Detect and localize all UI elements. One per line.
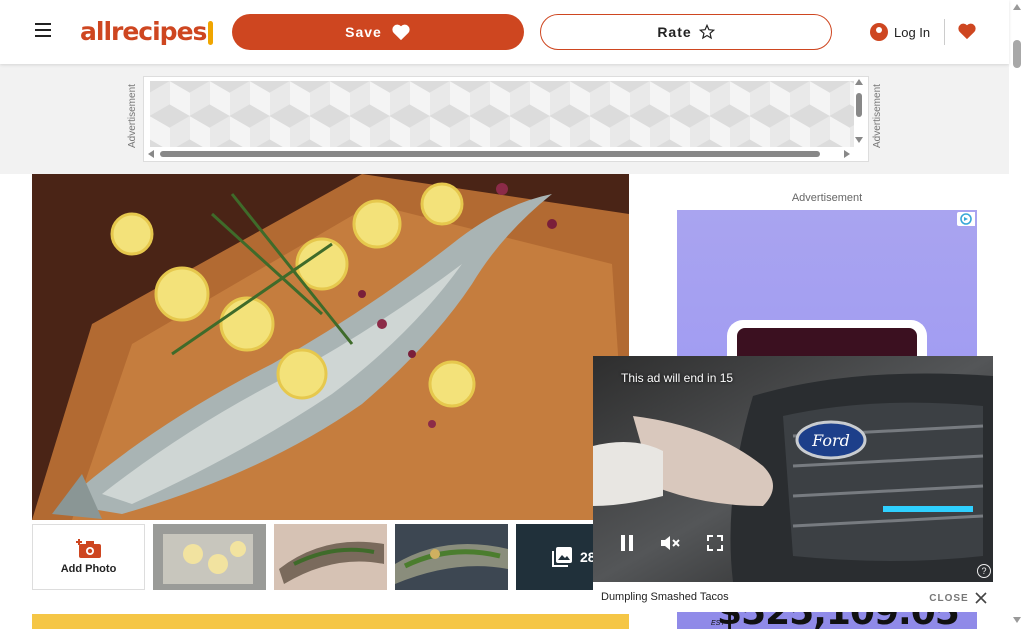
ad-placeholder-pattern — [150, 81, 854, 147]
close-icon — [975, 592, 987, 604]
allrecipes-logo[interactable]: allrecipes — [80, 15, 214, 49]
ad-label-right: Advertisement — [872, 84, 883, 148]
save-label: Save — [345, 24, 382, 40]
login-link[interactable]: Log In — [870, 20, 930, 44]
add-photo-label: Add Photo — [60, 563, 117, 575]
top-ad-frame[interactable] — [143, 76, 869, 162]
video-ad-countdown: This ad will end in 15 — [621, 371, 734, 385]
mute-button[interactable] — [653, 528, 689, 558]
photo-thumbnail[interactable] — [395, 524, 508, 590]
spoon-icon — [208, 21, 214, 45]
adchoices-icon[interactable] — [957, 212, 975, 226]
photo-thumbnail-strip: Add Photo 28 — [32, 524, 629, 590]
login-label: Log In — [894, 24, 931, 40]
photo-thumbnail[interactable] — [153, 524, 266, 590]
header-divider — [944, 19, 945, 45]
fullscreen-icon — [707, 535, 723, 551]
help-icon[interactable]: ? — [977, 564, 991, 578]
hamburger-menu-icon[interactable] — [33, 20, 53, 40]
bottom-yellow-bar — [32, 614, 629, 629]
ad-horizontal-scrollbar[interactable] — [148, 149, 852, 159]
pause-button[interactable] — [609, 528, 645, 558]
saved-items-heart-icon[interactable] — [957, 22, 977, 45]
recipe-main-photo[interactable] — [32, 174, 629, 520]
logo-text: allrecipes — [80, 17, 207, 46]
site-header: allrecipes Save Rate Log In — [0, 0, 1009, 64]
photo-thumbnail[interactable] — [274, 524, 387, 590]
svg-text:Ford: Ford — [811, 431, 850, 450]
close-label: CLOSE — [929, 592, 969, 604]
pause-icon — [621, 535, 633, 551]
camera-plus-icon — [75, 539, 101, 558]
page-scrollbar[interactable] — [1009, 0, 1024, 629]
ad-label-left: Advertisement — [127, 84, 138, 148]
star-icon — [698, 24, 715, 40]
close-video-button[interactable]: CLOSE — [922, 584, 994, 612]
video-ad-player[interactable]: Ford This ad will end in 15 ? — [593, 356, 993, 582]
right-ad-label: Advertisement — [791, 192, 863, 204]
rate-button[interactable]: Rate — [540, 14, 832, 50]
user-icon — [870, 23, 888, 41]
ad-vertical-scrollbar[interactable] — [854, 79, 864, 145]
fullscreen-button[interactable] — [697, 528, 733, 558]
gallery-icon — [552, 547, 572, 567]
heart-icon — [392, 24, 410, 41]
save-button[interactable]: Save — [232, 14, 524, 50]
rate-label: Rate — [657, 24, 692, 40]
mute-icon — [661, 536, 680, 550]
add-photo-button[interactable]: Add Photo — [32, 524, 145, 590]
